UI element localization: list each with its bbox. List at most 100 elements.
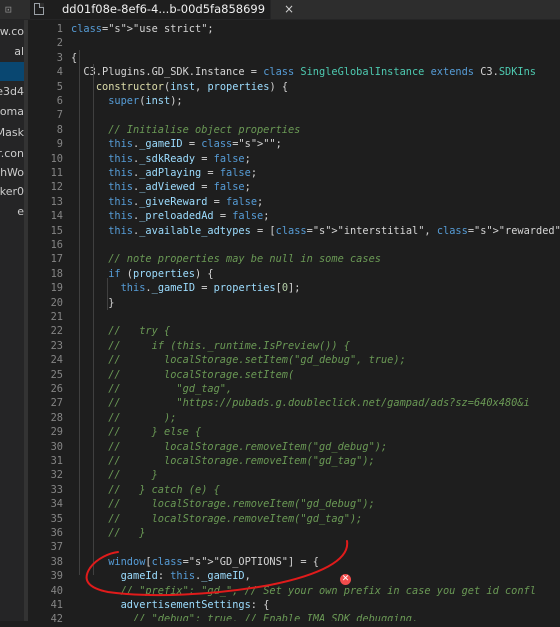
tab-active-file[interactable]: dd01f08e-8ef6-4...b-00d5fa858699 × — [30, 0, 294, 19]
code-line: // } — [108, 469, 158, 482]
line-number[interactable]: 5 — [57, 80, 63, 94]
line-number[interactable]: 19 — [51, 281, 63, 295]
line-number[interactable]: 8 — [57, 123, 63, 137]
close-icon[interactable]: × — [284, 0, 294, 19]
navigator-item[interactable]: e3d4 — [0, 82, 24, 101]
navigator-item-label: ew.co — [0, 25, 24, 38]
indent-guide — [93, 64, 94, 575]
line-number[interactable]: 27 — [51, 396, 63, 410]
navigator-item[interactable]: al — [0, 42, 24, 61]
code-line: // localStorage.setItem("gd_debug", true… — [108, 354, 406, 367]
code-line: this._sdkReady = false; — [108, 152, 251, 165]
code-line: this._gameID = properties[0]; — [120, 282, 301, 295]
line-number[interactable]: 11 — [51, 166, 63, 180]
code-line: this._preloadedAd = false; — [108, 210, 270, 223]
navigator-item[interactable]: e — [0, 202, 24, 221]
code-line: // "https://pubads.g.doubleclick.net/gam… — [108, 397, 530, 410]
code-line: super(inst); — [108, 95, 183, 107]
line-number[interactable]: 29 — [51, 425, 63, 439]
code-line: this._giveReward = false; — [108, 195, 264, 208]
line-number[interactable]: 1 — [57, 22, 63, 36]
navigator-item[interactable]: hWo — [0, 163, 24, 182]
navigator-item[interactable]: oma — [0, 102, 24, 121]
navigator-item-label: e3d4 — [0, 85, 24, 98]
line-number[interactable]: 35 — [51, 512, 63, 526]
navigator-toggle-button[interactable]: ⊡ — [0, 0, 24, 19]
line-number[interactable]: 21 — [51, 310, 63, 324]
line-number[interactable]: 2 — [57, 36, 63, 50]
navigator-item[interactable]: ker0 — [0, 182, 24, 201]
line-number[interactable]: 20 — [51, 296, 63, 310]
navigator-item-label: Mask — [0, 126, 24, 139]
line-number[interactable]: 30 — [51, 440, 63, 454]
line-number[interactable]: 32 — [51, 468, 63, 482]
code-line: // } — [108, 527, 146, 539]
code-editor[interactable]: ✕ class="s">"use strict";{ C3.Plugins.GD… — [66, 20, 560, 621]
line-number[interactable]: 38 — [51, 555, 63, 569]
navigator-item[interactable]: r.con — [0, 144, 24, 163]
code-line: // "prefix": "gd_", // Set your own pref… — [120, 584, 536, 597]
line-number[interactable]: 12 — [51, 180, 63, 194]
code-line: // localStorage.removeItem("gd_tag"); — [108, 455, 375, 467]
file-icon — [34, 3, 44, 15]
line-number[interactable]: 10 — [51, 152, 63, 166]
line-number[interactable]: 34 — [51, 497, 63, 511]
editor-tab-bar: ⊡ dd01f08e-8ef6-4...b-00d5fa858699 × — [0, 0, 560, 20]
code-line: window[class="s">"GD_OPTIONS"] = { — [108, 555, 319, 568]
line-number[interactable]: 33 — [51, 483, 63, 497]
code-line: advertisementSettings: { — [120, 599, 270, 611]
line-number[interactable]: 41 — [51, 598, 63, 612]
line-number[interactable]: 26 — [51, 382, 63, 396]
line-number[interactable]: 14 — [51, 209, 63, 223]
code-line: class="s">"use strict"; — [71, 23, 214, 35]
line-number[interactable]: 24 — [51, 353, 63, 367]
line-number[interactable]: 6 — [57, 94, 63, 108]
sidebar-toggle-icon: ⊡ — [5, 3, 12, 16]
line-number-gutter: 1 2 3 4 5 6 7 8 9 10 11 12 13 14 15 16 17 18 19 20 21 22 23 24 2… — [28, 20, 66, 625]
code-line: this._available_adtypes = [class="s">"in… — [108, 224, 560, 237]
code-line: // localStorage.removeItem("gd_debug"); — [108, 498, 375, 511]
line-number[interactable]: 31 — [51, 454, 63, 468]
line-number[interactable]: 40 — [51, 584, 63, 598]
line-number[interactable]: 36 — [51, 526, 63, 540]
navigator-item-label: oma — [0, 105, 24, 118]
line-number[interactable]: 18 — [51, 267, 63, 281]
line-number[interactable]: 28 — [51, 411, 63, 425]
line-number[interactable]: 22 — [51, 324, 63, 338]
line-number[interactable]: 42 — [51, 612, 63, 626]
line-number[interactable]: 9 — [57, 137, 63, 151]
code-line: // try { — [108, 325, 171, 338]
line-number[interactable]: 39 — [51, 569, 63, 583]
line-number[interactable]: 23 — [51, 339, 63, 353]
line-number[interactable]: 25 — [51, 368, 63, 382]
code-line: // ); — [108, 411, 177, 424]
indent-guide — [107, 278, 108, 310]
navigator-item[interactable]: al.htm — [0, 62, 24, 81]
line-number[interactable]: 17 — [51, 252, 63, 266]
indent-guide — [79, 50, 80, 575]
code-line: // localStorage.removeItem("gd_tag"); — [108, 512, 363, 525]
line-number[interactable]: 13 — [51, 195, 63, 209]
code-line: // if (this._runtime.IsPreview()) { — [108, 339, 350, 352]
code-line: // localStorage.setItem( — [108, 368, 295, 381]
navigator-item[interactable]: Mask — [0, 123, 24, 142]
code-line: // "gd_tag", — [108, 383, 233, 395]
tab-title: dd01f08e-8ef6-4...b-00d5fa858699 — [62, 2, 266, 16]
code-line: gameId: this._gameID, — [120, 570, 251, 583]
code-line: this._adViewed = false; — [108, 181, 251, 194]
code-line: this._gameID = class="s">""; — [108, 138, 282, 151]
navigator-item[interactable]: ew.co — [0, 22, 24, 41]
code-line: constructor(inst, properties) { — [95, 80, 289, 93]
code-line: // } else { — [108, 426, 202, 439]
code-line: C3.Plugins.GD_SDK.Instance = class Singl… — [71, 66, 537, 79]
line-number[interactable]: 4 — [57, 65, 63, 79]
line-number[interactable]: 7 — [57, 108, 63, 122]
line-number[interactable]: 15 — [51, 224, 63, 238]
code-line: // "debug": true, // Enable IMA SDK debu… — [133, 613, 419, 621]
line-number[interactable]: 3 — [57, 51, 63, 65]
code-line: this._adPlaying = false; — [108, 167, 258, 179]
line-number[interactable]: 16 — [51, 238, 63, 252]
line-number[interactable]: 37 — [51, 540, 63, 554]
code-line: { — [71, 51, 78, 64]
navigator-item-label: e — [17, 205, 24, 218]
